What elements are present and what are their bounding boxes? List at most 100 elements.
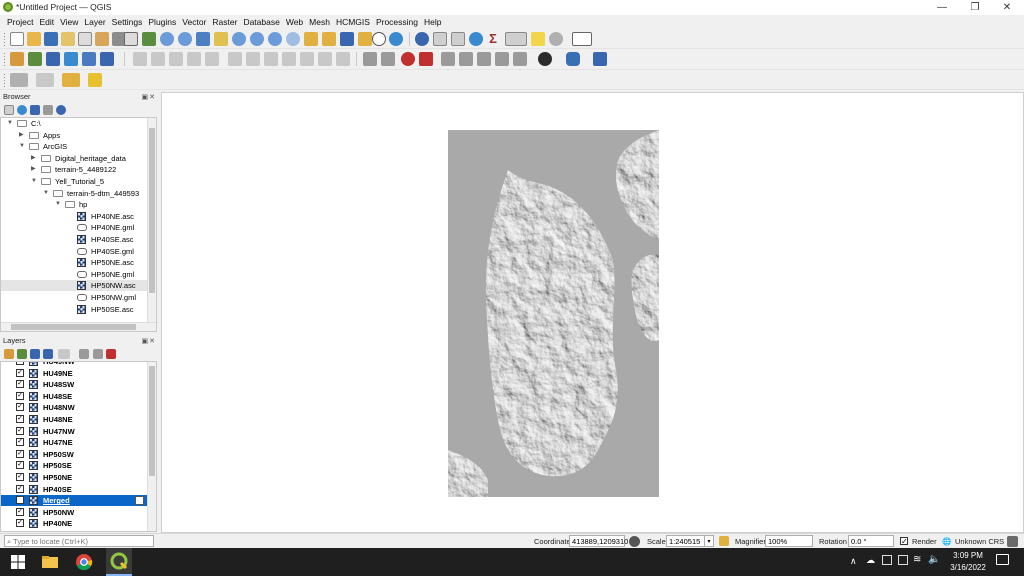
layer-visibility-checkbox[interactable]: ✓: [16, 368, 24, 377]
open-project-icon[interactable]: [27, 32, 41, 46]
toolbar-grip[interactable]: [3, 73, 6, 87]
panel-float-close-icons[interactable]: ▣✕: [142, 337, 156, 345]
map-tips-icon[interactable]: [531, 32, 545, 46]
scrollbar-thumb[interactable]: [149, 366, 155, 476]
deselect-icon[interactable]: [36, 73, 54, 87]
layer-item[interactable]: ✓ HP40SE: [1, 484, 148, 495]
save-edits-icon[interactable]: [169, 52, 183, 66]
chevron-down-icon[interactable]: ▼: [31, 176, 37, 187]
change-label-icon[interactable]: [477, 52, 491, 66]
qgis-taskbar-icon[interactable]: [106, 548, 132, 576]
map-canvas[interactable]: [161, 92, 1024, 533]
help-book-icon[interactable]: [593, 52, 607, 66]
layer-visibility-checkbox[interactable]: ✓: [16, 449, 24, 458]
menu-mesh[interactable]: Mesh: [306, 15, 333, 29]
layer-visibility-checkbox[interactable]: ✓: [16, 473, 24, 481]
browser-item[interactable]: HP50NE.gml: [1, 269, 149, 280]
layer-indicator-icon[interactable]: [135, 496, 144, 506]
close-button[interactable]: ✕: [992, 1, 1022, 14]
menu-layer[interactable]: Layer: [81, 15, 108, 29]
add-wms-layer-icon[interactable]: [82, 52, 96, 66]
magnifier-spinbox[interactable]: 100%: [765, 535, 813, 547]
collapse-all-icon[interactable]: [93, 349, 103, 359]
zoom-to-selection-icon[interactable]: [214, 32, 228, 46]
add-feature-icon[interactable]: [187, 52, 201, 66]
clock-time[interactable]: 3:09 PM: [951, 551, 985, 560]
refresh-icon[interactable]: [17, 105, 27, 115]
vertex-tool-icon[interactable]: [205, 52, 219, 66]
chevron-down-icon[interactable]: ▼: [43, 188, 49, 199]
volume-icon[interactable]: 🔈: [928, 554, 940, 565]
onedrive-icon[interactable]: ☁: [866, 555, 875, 566]
windows-start-icon[interactable]: [8, 552, 28, 572]
chrome-icon[interactable]: [74, 552, 94, 572]
layer-item[interactable]: ✓ HP40NE: [1, 518, 148, 529]
browser-horizontal-scrollbar[interactable]: [1, 322, 156, 331]
new-map-view-icon[interactable]: [304, 32, 318, 46]
browser-item[interactable]: HP40NE.gml: [1, 222, 149, 233]
zoom-last-icon[interactable]: [268, 32, 282, 46]
new-3d-map-icon[interactable]: [322, 32, 336, 46]
undo-icon[interactable]: [318, 52, 332, 66]
layer-visibility-checkbox[interactable]: ✓: [16, 380, 24, 389]
tray-app-icon[interactable]: [882, 555, 892, 565]
menu-raster[interactable]: Raster: [209, 15, 240, 29]
zoom-native-icon[interactable]: [250, 32, 264, 46]
menu-settings[interactable]: Settings: [109, 15, 146, 29]
crs-globe-icon[interactable]: 🌐: [942, 537, 951, 546]
move-label-icon[interactable]: [441, 52, 455, 66]
layer-visibility-checkbox[interactable]: ✓: [16, 426, 24, 435]
add-selected-layers-icon[interactable]: [4, 105, 14, 115]
layer-visibility-checkbox[interactable]: ✓: [16, 461, 24, 470]
zoom-out-icon[interactable]: [178, 32, 192, 46]
browser-item[interactable]: ▼ Yell_Tutorial_5: [1, 176, 149, 187]
layer-item[interactable]: ✓ HU49NE: [1, 368, 148, 379]
rotate-label-icon[interactable]: [459, 52, 473, 66]
wifi-icon[interactable]: ≋: [913, 554, 921, 565]
crs-button[interactable]: Unknown CRS: [955, 537, 1004, 546]
chevron-right-icon[interactable]: ▶: [19, 130, 24, 141]
collapse-all-icon[interactable]: [43, 105, 53, 115]
select-features-icon[interactable]: [10, 73, 28, 87]
scrollbar-thumb[interactable]: [11, 324, 136, 330]
temporal-controller-icon[interactable]: [372, 32, 386, 46]
data-source-manager-icon[interactable]: [10, 52, 24, 66]
python-console-icon[interactable]: [566, 52, 580, 66]
battery-icon[interactable]: [898, 555, 908, 565]
show-bookmarks-icon[interactable]: [358, 32, 372, 46]
add-delimited-text-icon[interactable]: [64, 52, 78, 66]
menu-help[interactable]: Help: [421, 15, 444, 29]
clock-date[interactable]: 3/16/2022: [946, 563, 990, 572]
layer-visibility-checkbox[interactable]: ✓: [16, 415, 24, 423]
browser-item[interactable]: ▼ hp: [1, 199, 149, 210]
rotation-spinbox[interactable]: 0.0 °: [848, 535, 894, 547]
browser-item[interactable]: HP50NW.gml: [1, 292, 149, 303]
maximize-button[interactable]: ❐: [960, 1, 990, 14]
cut-features-icon[interactable]: [264, 52, 278, 66]
modify-attributes-icon[interactable]: [228, 52, 242, 66]
show-hidden-icons-icon[interactable]: ∧: [850, 556, 857, 567]
layer-item[interactable]: ✓ HU47NE: [1, 437, 148, 448]
chevron-down-icon[interactable]: ▼: [55, 199, 61, 210]
browser-item[interactable]: HP50NW.asc: [1, 280, 149, 292]
layer-item[interactable]: ✓ HU48NE: [1, 414, 148, 425]
zoom-next-icon[interactable]: [286, 32, 300, 46]
show-hide-labels-icon[interactable]: [419, 52, 433, 66]
new-bookmark-icon[interactable]: [340, 32, 354, 46]
pan-map-icon[interactable]: [124, 32, 138, 46]
filter-icon[interactable]: [30, 105, 40, 115]
select-by-expression-icon[interactable]: [88, 73, 102, 87]
browser-item[interactable]: ▼ ArcGIS: [1, 141, 149, 152]
panel-float-close-icons[interactable]: ▣✕: [142, 93, 156, 101]
chevron-right-icon[interactable]: ▶: [31, 153, 36, 164]
menu-vector[interactable]: Vector: [179, 15, 209, 29]
zoom-to-layer-icon[interactable]: [232, 32, 246, 46]
add-group-icon[interactable]: [17, 349, 27, 359]
file-explorer-icon[interactable]: [40, 552, 60, 572]
layer-item[interactable]: ✓ HU48NW: [1, 402, 148, 413]
add-raster-layer-icon[interactable]: [46, 52, 60, 66]
layer-item[interactable]: ✓ HP50SW: [1, 449, 148, 460]
layer-item[interactable]: ✓ HU49NW: [1, 362, 148, 367]
browser-item[interactable]: HP40NE.asc: [1, 211, 149, 222]
menu-web[interactable]: Web: [283, 15, 306, 29]
